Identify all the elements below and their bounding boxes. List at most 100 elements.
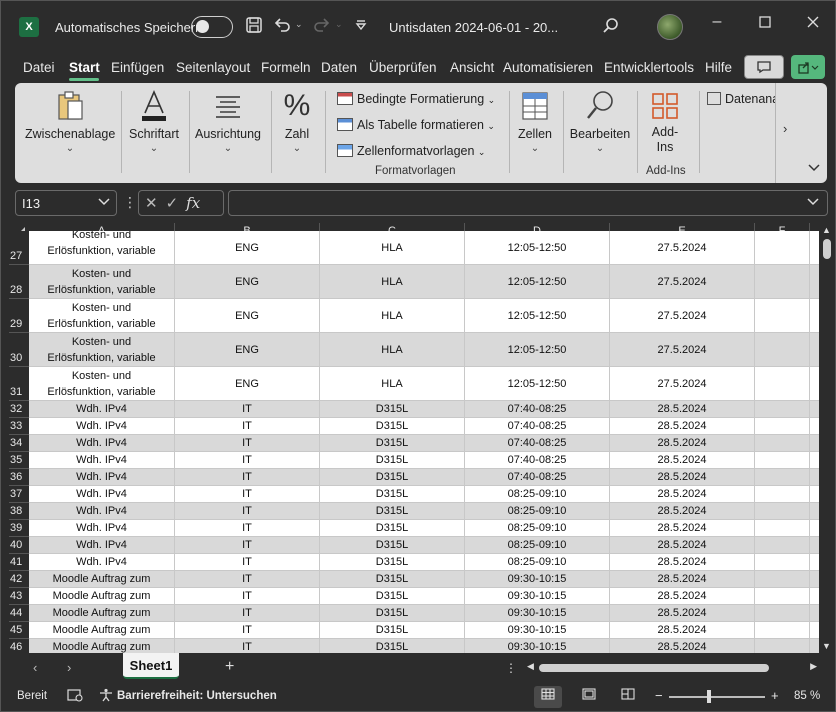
cell-c[interactable]: D315L (320, 486, 465, 503)
formula-input[interactable] (228, 190, 828, 216)
row-header[interactable]: 36 (9, 469, 29, 486)
cell-a[interactable]: Moodle Auftrag zum (29, 639, 175, 653)
cell-c[interactable]: D315L (320, 418, 465, 435)
cell-d[interactable]: 08:25-09:10 (465, 554, 610, 571)
cell-g[interactable] (810, 418, 819, 435)
cell-b[interactable]: IT (175, 520, 320, 537)
cell-e[interactable]: 27.5.2024 (610, 265, 755, 299)
cell-e[interactable]: 28.5.2024 (610, 469, 755, 486)
number-group[interactable]: % Zahl ⌄ (277, 89, 317, 154)
cell-f[interactable] (755, 231, 810, 265)
cell-b[interactable]: IT (175, 486, 320, 503)
alignment-group[interactable]: Ausrichtung ⌄ (193, 89, 263, 154)
zoom-out-button[interactable]: − (655, 688, 663, 703)
table-row[interactable]: 28 Kosten- und Erlösfunktion, variable ENG H… (9, 265, 819, 299)
cell-f[interactable] (755, 401, 810, 418)
cell-f[interactable] (755, 605, 810, 622)
cell-e[interactable]: 28.5.2024 (610, 418, 755, 435)
cell-b[interactable]: IT (175, 571, 320, 588)
share-button[interactable] (791, 55, 825, 79)
cell-e[interactable]: 28.5.2024 (610, 537, 755, 554)
cell-d[interactable]: 12:05-12:50 (465, 299, 610, 333)
cell-g[interactable] (810, 554, 819, 571)
page-layout-view-icon[interactable] (575, 686, 603, 708)
cell-e[interactable]: 27.5.2024 (610, 367, 755, 401)
search-icon[interactable] (602, 17, 620, 40)
table-row[interactable]: 30 Kosten- und Erlösfunktion, variable ENG H… (9, 333, 819, 367)
cell-d[interactable]: 08:25-09:10 (465, 486, 610, 503)
cell-a[interactable]: Wdh. IPv4 (29, 486, 175, 503)
cell-e[interactable]: 28.5.2024 (610, 503, 755, 520)
cell-f[interactable] (755, 435, 810, 452)
cell-a[interactable]: Wdh. IPv4 (29, 452, 175, 469)
cell-g[interactable] (810, 605, 819, 622)
row-header[interactable]: 34 (9, 435, 29, 452)
cell-e[interactable]: 28.5.2024 (610, 622, 755, 639)
customize-toolbar-icon[interactable] (355, 19, 367, 34)
cell-f[interactable] (755, 639, 810, 653)
cell-g[interactable] (810, 452, 819, 469)
table-row[interactable]: 43 Moodle Auftrag zum IT D315L 09:30-10:15 28… (9, 588, 819, 605)
table-row[interactable]: 36 Wdh. IPv4 IT D315L 07:40-08:25 28.5.2024 (9, 469, 819, 486)
cell-a[interactable]: Wdh. IPv4 (29, 554, 175, 571)
zoom-slider-thumb[interactable] (707, 690, 711, 703)
cell-c[interactable]: D315L (320, 571, 465, 588)
table-row[interactable]: 35 Wdh. IPv4 IT D315L 07:40-08:25 28.5.2024 (9, 452, 819, 469)
cell-g[interactable] (810, 639, 819, 653)
cell-d[interactable]: 07:40-08:25 (465, 418, 610, 435)
expand-formula-bar-icon[interactable] (807, 195, 819, 209)
macro-record-icon[interactable] (67, 688, 83, 705)
table-row[interactable]: 46 Moodle Auftrag zum IT D315L 09:30-10:15 28… (9, 639, 819, 653)
cell-d[interactable]: 07:40-08:25 (465, 401, 610, 418)
cell-a[interactable]: Kosten- und Erlösfunktion, variable (29, 299, 175, 333)
cell-c[interactable]: D315L (320, 554, 465, 571)
row-header[interactable]: 40 (9, 537, 29, 554)
tab-ansicht[interactable]: Ansicht (450, 60, 494, 75)
cell-b[interactable]: IT (175, 401, 320, 418)
undo-icon[interactable] (273, 16, 291, 39)
cell-f[interactable] (755, 554, 810, 571)
data-analysis-button[interactable]: Datenana (707, 92, 775, 106)
cell-g[interactable] (810, 537, 819, 554)
redo-dropdown-icon[interactable]: ⌄ (335, 19, 343, 30)
cell-c[interactable]: HLA (320, 265, 465, 299)
cell-f[interactable] (755, 452, 810, 469)
cell-d[interactable]: 09:30-10:15 (465, 639, 610, 653)
table-row[interactable]: 38 Wdh. IPv4 IT D315L 08:25-09:10 28.5.2024 (9, 503, 819, 520)
tab-datei[interactable]: Datei (23, 60, 55, 75)
maximize-icon[interactable] (755, 15, 775, 33)
accessibility-status[interactable]: Barrierefreiheit: Untersuchen (117, 690, 277, 702)
clipboard-group[interactable]: Zwischenablage ⌄ (25, 89, 115, 154)
ribbon-scroll-right-icon[interactable]: › (783, 121, 787, 136)
add-sheet-icon[interactable]: + (225, 658, 234, 676)
cell-a[interactable]: Moodle Auftrag zum (29, 571, 175, 588)
cell-g[interactable] (810, 367, 819, 401)
sheet-tab-sheet1[interactable]: Sheet1 (123, 653, 179, 679)
scroll-up-icon[interactable]: ▲ (822, 225, 831, 235)
cell-b[interactable]: IT (175, 469, 320, 486)
cell-b[interactable]: ENG (175, 299, 320, 333)
cell-f[interactable] (755, 265, 810, 299)
cell-f[interactable] (755, 333, 810, 367)
cell-b[interactable]: ENG (175, 231, 320, 265)
cell-f[interactable] (755, 571, 810, 588)
cells-group[interactable]: Zellen ⌄ (513, 89, 557, 154)
cell-d[interactable]: 08:25-09:10 (465, 503, 610, 520)
cell-f[interactable] (755, 486, 810, 503)
cell-a[interactable]: Wdh. IPv4 (29, 418, 175, 435)
cell-g[interactable] (810, 503, 819, 520)
cell-a[interactable]: Wdh. IPv4 (29, 435, 175, 452)
cell-d[interactable]: 09:30-10:15 (465, 571, 610, 588)
cell-c[interactable]: D315L (320, 452, 465, 469)
confirm-icon[interactable]: ✓ (166, 195, 187, 212)
cell-b[interactable]: IT (175, 588, 320, 605)
cell-b[interactable]: IT (175, 503, 320, 520)
cell-c[interactable]: D315L (320, 435, 465, 452)
cell-c[interactable]: HLA (320, 231, 465, 265)
undo-dropdown-icon[interactable]: ⌄ (295, 19, 303, 30)
page-break-view-icon[interactable] (614, 686, 642, 708)
cell-g[interactable] (810, 469, 819, 486)
save-icon[interactable] (245, 16, 263, 39)
name-box[interactable]: I13 (15, 190, 117, 216)
cell-c[interactable]: HLA (320, 367, 465, 401)
